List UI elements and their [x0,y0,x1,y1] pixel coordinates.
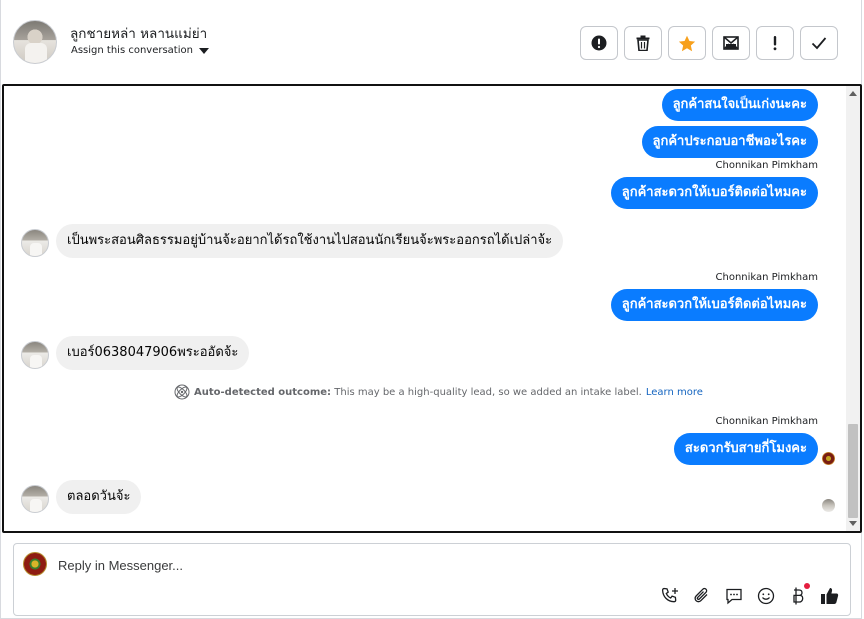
outcome-text: This may be a high-quality lead, so we a… [331,386,642,398]
like-button[interactable] [820,586,840,606]
contact-avatar[interactable] [13,20,57,64]
scroll-down-arrow-icon[interactable] [849,521,857,526]
notification-dot [804,583,810,589]
attach-button[interactable] [692,586,712,606]
scroll-up-arrow-icon[interactable] [849,91,857,96]
sender-name: Chonnikan Pimkham [715,272,818,283]
outgoing-message[interactable]: ลูกค้าสะดวกให้เบอร์ติดต่อไหมคะ [610,289,818,321]
emoji-button[interactable] [756,586,776,606]
contact-name[interactable]: ลูกชายหล่า หลานแม่ย่า [70,22,207,44]
phone-plus-icon [661,587,678,603]
caret-down-icon [198,47,209,54]
call-button[interactable] [660,586,680,606]
learn-more-link[interactable]: Learn more [646,387,703,398]
message-thread[interactable]: ลูกค้าสนใจเป็นเก่งนะคะ ลูกค้าประกอบอาชีพ… [2,84,862,533]
contact-avatar-small [21,229,49,257]
contact-avatar-small [21,485,49,513]
reply-input[interactable] [58,554,758,576]
smiley-icon [757,587,775,605]
scrollbar[interactable] [846,86,860,531]
envelope-icon [723,36,739,50]
exclamation-icon [773,36,777,51]
assign-conversation-dropdown[interactable]: Assign this conversation [71,45,209,56]
star-icon [678,35,696,51]
trash-icon [636,35,650,51]
chat-bubble-icon [726,588,742,605]
conversation-header: ลูกชายหล่า หลานแม่ย่า Assign this conver… [1,0,863,84]
composer-tools [660,583,840,606]
scrollbar-thumb[interactable] [848,424,858,518]
payment-button[interactable] [788,583,810,606]
exclamation-circle-icon [591,35,607,51]
outgoing-message[interactable]: ลูกค้าสนใจเป็นเก่งนะคะ [661,89,818,121]
contact-read-receipt-avatar [822,499,835,512]
star-button[interactable] [668,26,706,60]
conversation-actions [580,26,838,60]
saved-replies-button[interactable] [724,586,744,606]
sender-name: Chonnikan Pimkham [715,416,818,427]
incoming-message[interactable]: เป็นพระสอนศิลธรรมอยู่บ้านจ้ะอยากได้รถใช้… [56,224,564,258]
assign-label: Assign this conversation [71,45,193,56]
page-avatar [23,552,47,576]
report-spam-button[interactable] [580,26,618,60]
important-button[interactable] [756,26,794,60]
thumbs-up-icon [821,588,839,604]
incoming-message[interactable]: เบอร์0638047906พระออัดจ้ะ [56,336,250,370]
outgoing-message[interactable]: สะดวกรับสายกี่โมงคะ [673,433,818,465]
incoming-message[interactable]: ตลอดวันจ้ะ [56,480,142,514]
delete-button[interactable] [624,26,662,60]
outgoing-message[interactable]: ลูกค้าประกอบอาชีพอะไรคะ [641,126,818,158]
contact-avatar-small [21,341,49,369]
page-read-receipt-avatar [822,452,835,465]
atom-icon [174,384,190,400]
paperclip-icon [694,587,708,603]
outcome-label: Auto-detected outcome: [194,386,332,398]
mark-unread-button[interactable] [712,26,750,60]
outgoing-message[interactable]: ลูกค้าสะดวกให้เบอร์ติดต่อไหมคะ [610,177,818,209]
baht-icon [793,587,804,605]
reply-composer [13,543,851,616]
messenger-panel: ลูกชายหล่า หลานแม่ย่า Assign this conver… [0,0,862,619]
sender-name: Chonnikan Pimkham [715,160,818,171]
check-icon [811,37,827,50]
auto-detected-outcome-notice: Auto-detected outcome: This may be a hig… [174,384,703,400]
mark-done-button[interactable] [800,26,838,60]
